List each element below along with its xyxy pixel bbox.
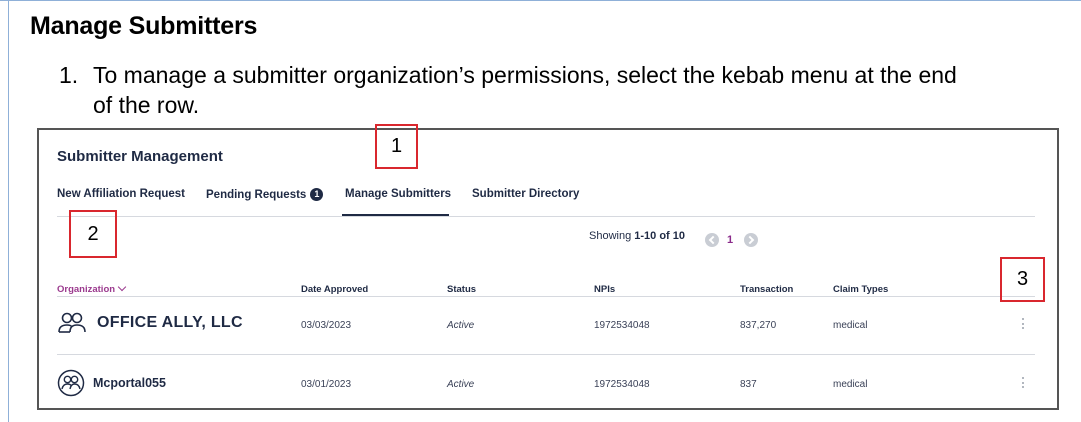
user-group-icon bbox=[57, 369, 85, 397]
embedded-screenshot: Submitter Management New Affiliation Req… bbox=[37, 128, 1059, 410]
callout-label: 3 bbox=[1016, 268, 1029, 290]
column-header-organization[interactable]: Organization bbox=[57, 282, 127, 295]
transaction: 837 bbox=[740, 379, 757, 390]
status: Active bbox=[447, 320, 475, 331]
header-divider bbox=[57, 296, 1035, 297]
pagination-range: 1-10 of 10 bbox=[634, 230, 686, 242]
column-header-label: Organization bbox=[57, 284, 116, 295]
tabs-divider bbox=[57, 216, 1035, 217]
callout-label: 1 bbox=[390, 135, 403, 157]
callout-box-2: 2 bbox=[69, 210, 117, 258]
date-approved: 03/01/2023 bbox=[301, 379, 352, 390]
chevron-left-icon[interactable] bbox=[705, 233, 719, 247]
step-number: 1. bbox=[59, 62, 79, 88]
column-header-date-approved: Date Approved bbox=[301, 284, 369, 295]
document-heading: Manage Submitters bbox=[30, 12, 258, 40]
transaction: 837,270 bbox=[740, 320, 777, 331]
pending-count-badge: 1 bbox=[310, 188, 324, 201]
claim-types: medical bbox=[833, 379, 868, 390]
step-text-line1: To manage a submitter organization’s per… bbox=[93, 62, 957, 88]
npis: 1972534048 bbox=[594, 320, 650, 331]
column-header-claim-types: Claim Types bbox=[833, 284, 889, 295]
page-title: Submitter Management bbox=[57, 148, 223, 165]
page-left-border bbox=[8, 0, 9, 422]
pagination-prefix: Showing bbox=[589, 230, 635, 242]
step-text-line2: of the row. bbox=[93, 92, 200, 118]
chevron-right-icon[interactable] bbox=[744, 233, 758, 247]
tab-manage-submitters[interactable]: Manage Submitters bbox=[345, 188, 451, 200]
npis: 1972534048 bbox=[594, 379, 650, 390]
callout-box-3: 3 bbox=[1000, 257, 1045, 302]
column-header-status: Status bbox=[447, 284, 477, 295]
tab-label: Pending Requests bbox=[206, 189, 307, 201]
claim-types: medical bbox=[833, 320, 868, 331]
user-group-icon bbox=[58, 312, 86, 333]
kebab-menu-icon[interactable] bbox=[1022, 377, 1025, 390]
instruction-step: 1. To manage a submitter organization’s p… bbox=[59, 60, 1059, 120]
chevron-down-icon bbox=[117, 282, 127, 292]
tab-new-affiliation-request[interactable]: New Affiliation Request bbox=[57, 188, 185, 200]
date-approved: 03/03/2023 bbox=[301, 320, 352, 331]
column-header-npis: NPIs bbox=[594, 284, 616, 295]
callout-box-1: 1 bbox=[375, 124, 418, 169]
status: Active bbox=[447, 379, 475, 390]
organization-name[interactable]: Mcportal055 bbox=[93, 376, 166, 390]
organization-name[interactable]: OFFICE ALLY, LLC bbox=[97, 314, 243, 332]
column-header-transaction: Transaction bbox=[740, 284, 794, 295]
current-page-number[interactable]: 1 bbox=[727, 234, 733, 246]
pagination-summary: Showing 1-10 of 10 bbox=[589, 230, 685, 242]
callout-label: 2 bbox=[87, 223, 99, 245]
row-divider bbox=[57, 354, 1035, 355]
tab-pending-requests[interactable]: Pending Requests 1 bbox=[206, 188, 324, 201]
page-top-border bbox=[0, 0, 1081, 1]
kebab-menu-icon[interactable] bbox=[1022, 318, 1025, 331]
tab-submitter-directory[interactable]: Submitter Directory bbox=[472, 188, 579, 200]
